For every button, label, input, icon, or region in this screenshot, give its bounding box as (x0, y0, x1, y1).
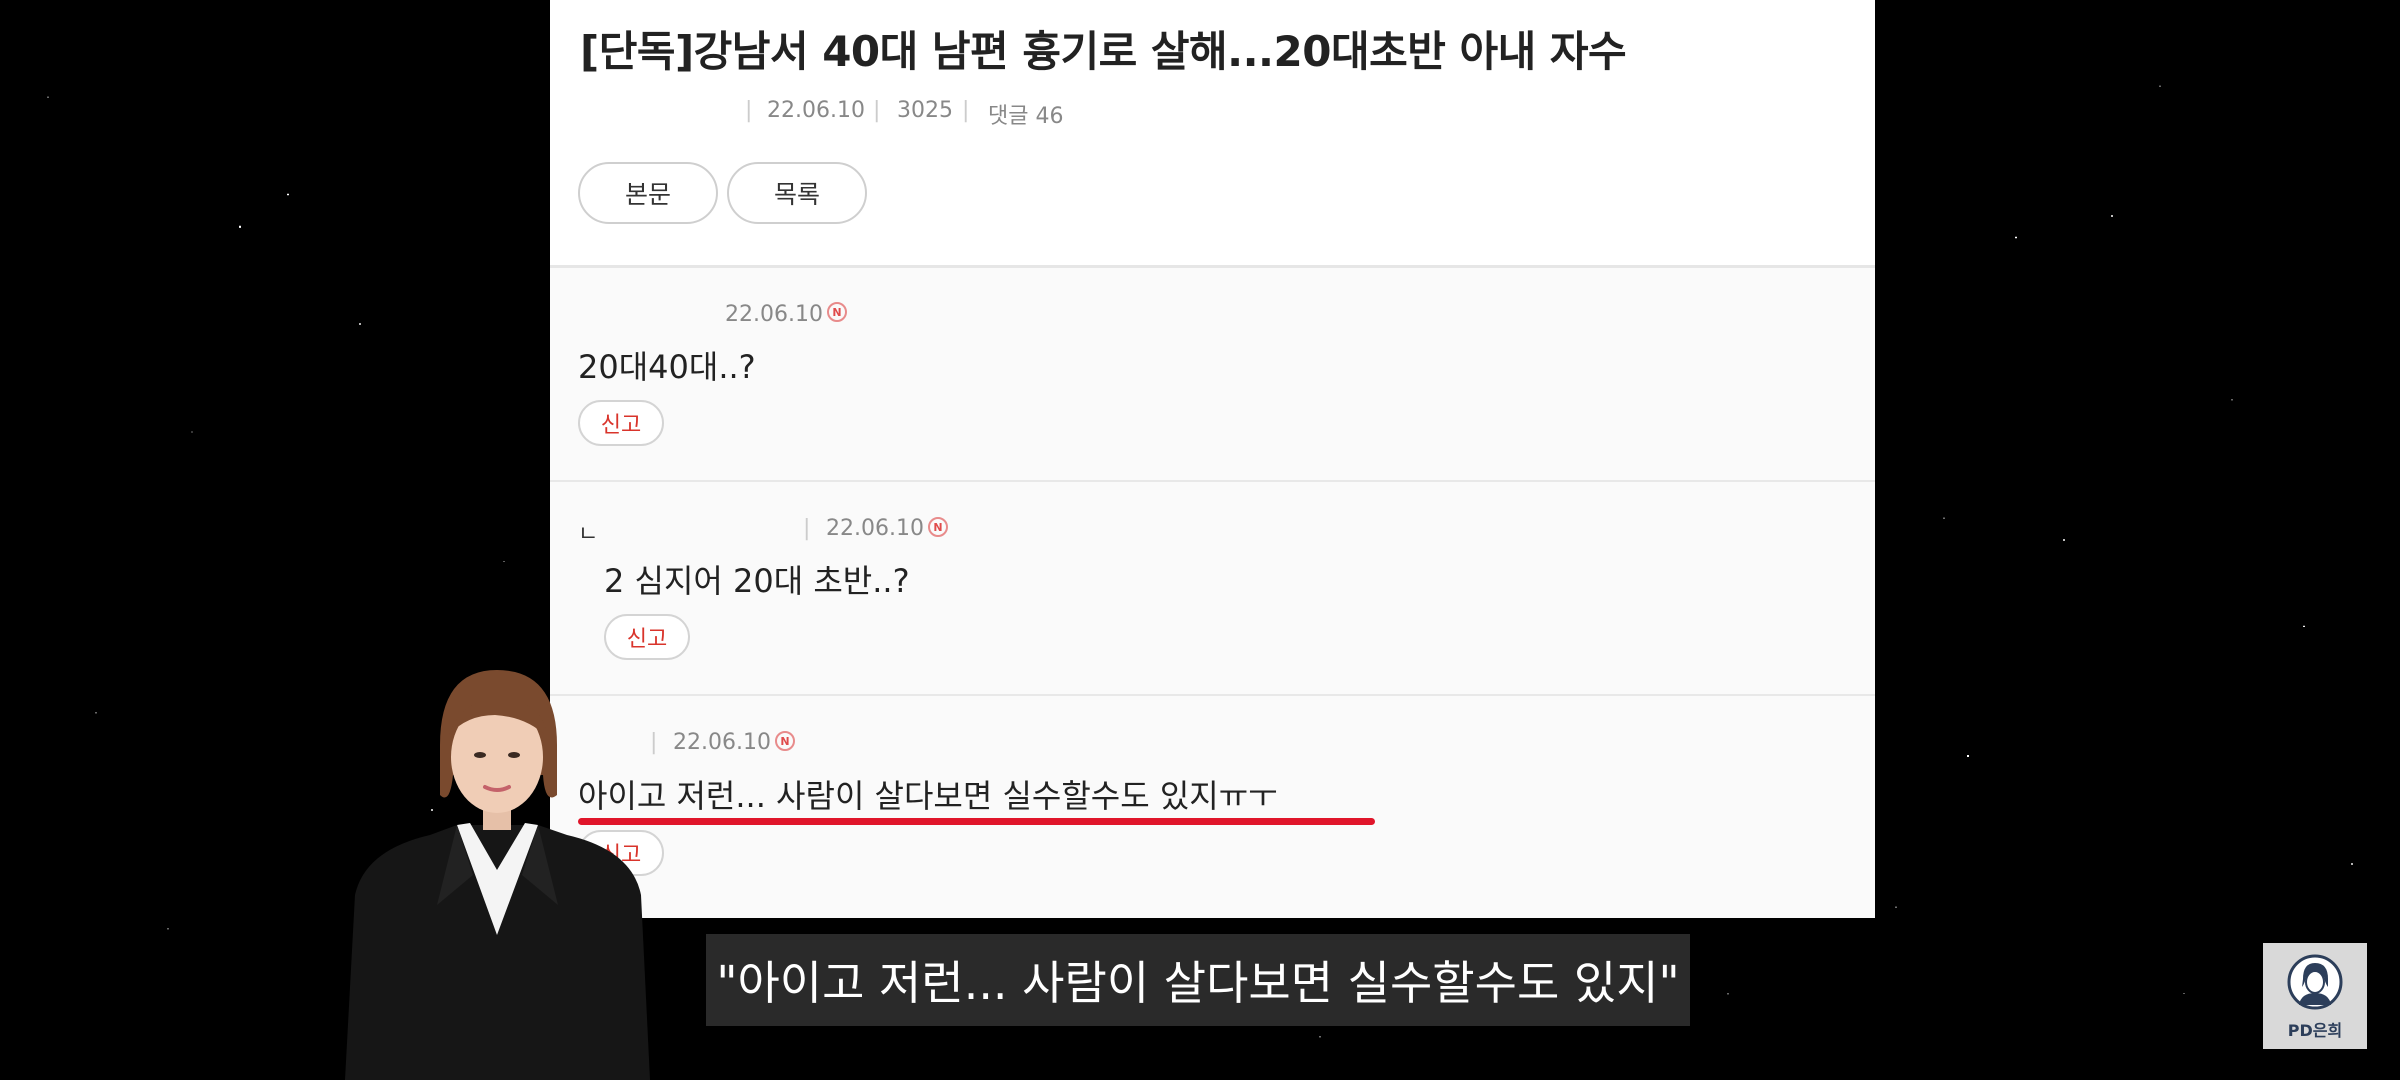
meta-separator: | (650, 730, 658, 755)
meta-separator: | (745, 98, 753, 123)
comment-divider (550, 694, 1875, 696)
subtitle-text: "아이고 저런... 사람이 살다보면 실수할수도 있지" (716, 956, 1680, 1010)
new-badge-icon: N (928, 517, 948, 537)
comment-date: 22.06.10 (725, 302, 823, 327)
subtitle-caption: "아이고 저런... 사람이 살다보면 실수할수도 있지" (706, 934, 1690, 1026)
meta-separator: | (962, 98, 970, 123)
report-button[interactable]: 신고 (578, 400, 664, 446)
portrait-icon (2287, 954, 2343, 1010)
article-title: [단독]강남서 40대 남편 흉기로 살해...20대초반 아내 자수 (580, 27, 1627, 76)
comment-text: 2 심지어 20대 초반..? (604, 562, 910, 600)
article-comment-count: 댓글 46 (988, 104, 1064, 129)
new-badge-icon: N (827, 302, 847, 322)
report-button[interactable]: 신고 (604, 614, 690, 660)
highlight-underline (578, 818, 1375, 825)
article-views: 3025 (897, 98, 953, 123)
presenter-image (345, 670, 650, 1080)
comment-text: 20대40대..? (578, 348, 756, 386)
meta-separator: | (873, 98, 881, 123)
watermark-label: PD은희 (2287, 1021, 2343, 1040)
body-button[interactable]: 본문 (578, 162, 718, 224)
list-button[interactable]: 목록 (727, 162, 867, 224)
comment-text: 아이고 저런... 사람이 살다보면 실수할수도 있지ㅠㅜ (578, 777, 1278, 815)
comment-date: 22.06.10 (826, 516, 924, 541)
meta-separator: | (803, 516, 811, 541)
reply-marker: ㄴ (578, 522, 599, 547)
new-badge-icon: N (775, 731, 795, 751)
comment-list: 22.06.10 N 20대40대..? 신고 ㄴ | 22.06.10 N 2… (550, 268, 1875, 918)
article-date: 22.06.10 (767, 98, 865, 123)
channel-watermark: PD은희 (2263, 943, 2367, 1049)
article-panel: [단독]강남서 40대 남편 흉기로 살해...20대초반 아내 자수 | 22… (550, 0, 1875, 918)
comment-divider (550, 480, 1875, 482)
comment-date: 22.06.10 (673, 730, 771, 755)
